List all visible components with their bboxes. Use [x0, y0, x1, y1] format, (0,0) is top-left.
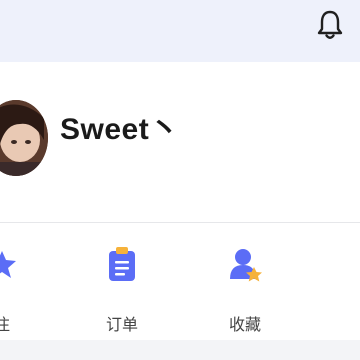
shortcut-label: 注	[0, 315, 10, 334]
user-star-icon	[230, 249, 262, 282]
bell-icon[interactable]	[316, 9, 344, 41]
shortcut-follow[interactable]: 注	[0, 245, 32, 334]
shortcut-bar: 注 订单 收藏	[0, 223, 360, 340]
more-icon	[355, 245, 360, 285]
shortcut-favorites[interactable]: 收藏	[215, 245, 275, 334]
clipboard-icon	[109, 247, 135, 281]
star-icon	[0, 251, 16, 278]
avatar[interactable]	[0, 100, 48, 176]
shortcut-label: 收藏	[228, 315, 261, 334]
shortcut-label: 订单	[105, 315, 138, 334]
bottom-strip	[0, 340, 360, 360]
profile-card[interactable]: Sweet丶	[0, 62, 360, 222]
shortcut-orders[interactable]: 订单	[92, 245, 152, 334]
shortcut-more[interactable]	[342, 245, 360, 325]
username[interactable]: Sweet丶	[60, 104, 180, 148]
top-bar	[0, 0, 360, 62]
